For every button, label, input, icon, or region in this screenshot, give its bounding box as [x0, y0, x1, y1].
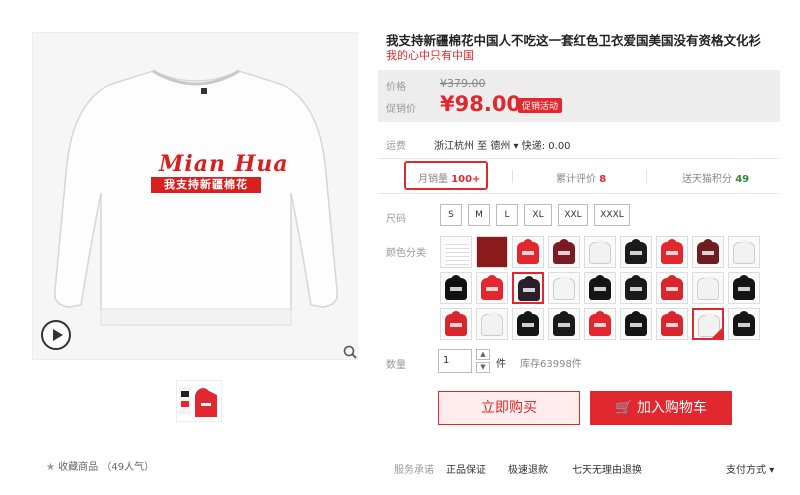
- main-product-image[interactable]: Mian Hua 我支持新疆棉花: [32, 32, 358, 360]
- size-option-s[interactable]: S: [440, 204, 462, 226]
- play-video-icon[interactable]: [41, 320, 71, 350]
- color-swatch[interactable]: [620, 236, 652, 268]
- color-swatch[interactable]: [728, 236, 760, 268]
- star-icon: ★: [46, 462, 55, 473]
- buy-now-button[interactable]: 立即购买: [438, 391, 580, 425]
- color-label: 颜色分类: [386, 248, 426, 259]
- sweatshirt-image: [54, 69, 338, 326]
- reviews-label: 累计评价: [556, 174, 596, 185]
- size-option-xxxl[interactable]: XXXL: [594, 204, 630, 226]
- size-option-l[interactable]: L: [496, 204, 518, 226]
- color-swatch-checked[interactable]: [692, 308, 724, 340]
- checkmark-icon: [712, 328, 722, 338]
- color-swatch[interactable]: [512, 308, 544, 340]
- favorite-product[interactable]: ★ 收藏商品 （49人气）: [46, 458, 154, 473]
- color-swatch[interactable]: [476, 308, 508, 340]
- promo-price: ¥98.00: [440, 92, 522, 116]
- stock-count: 库存63998件: [520, 359, 582, 370]
- price-panel: 价格 ¥379.00 促销价 ¥98.00 促销活动: [378, 70, 780, 122]
- color-swatch-selected[interactable]: [512, 272, 544, 304]
- shipping-destination[interactable]: 浙江杭州 至 德州 ▾ 快递: 0.00: [434, 137, 571, 152]
- points-value: 49: [735, 174, 750, 185]
- quantity-unit: 件: [496, 359, 506, 370]
- total-reviews[interactable]: 累计评价 8: [556, 170, 606, 185]
- original-price-label: 价格: [386, 82, 406, 93]
- color-swatch[interactable]: [440, 308, 472, 340]
- service-item[interactable]: 七天无理由退换: [572, 461, 642, 476]
- tmall-points: 送天猫积分 49: [682, 170, 749, 185]
- color-swatch[interactable]: [512, 236, 544, 268]
- shipping-label: 运费: [386, 141, 406, 152]
- thumbnail-image: [179, 387, 217, 417]
- favorite-count: （49人气）: [101, 462, 155, 473]
- sales-highlight-box: [404, 161, 488, 190]
- color-swatch[interactable]: [548, 236, 580, 268]
- color-swatch[interactable]: [728, 308, 760, 340]
- size-option-m[interactable]: M: [468, 204, 490, 226]
- color-swatch[interactable]: [584, 308, 616, 340]
- color-swatch[interactable]: [440, 272, 472, 304]
- stats-divider: [646, 170, 647, 183]
- color-swatch[interactable]: [692, 272, 724, 304]
- color-swatch[interactable]: [548, 308, 580, 340]
- promo-badge[interactable]: 促销活动: [518, 98, 563, 113]
- product-subtitle: 我的心中只有中国: [386, 49, 474, 62]
- color-swatch[interactable]: [620, 308, 652, 340]
- service-item[interactable]: 正品保证: [446, 461, 486, 476]
- size-option-xl[interactable]: XL: [524, 204, 552, 226]
- zoom-icon[interactable]: [343, 345, 357, 359]
- color-swatch[interactable]: [692, 236, 724, 268]
- color-swatch[interactable]: [440, 236, 472, 268]
- color-swatch[interactable]: [476, 272, 508, 304]
- color-swatch[interactable]: [656, 236, 688, 268]
- color-swatch[interactable]: [584, 272, 616, 304]
- size-label: 尺码: [386, 214, 406, 225]
- quantity-label: 数量: [386, 360, 406, 371]
- promo-price-label: 促销价: [386, 104, 416, 115]
- quantity-input[interactable]: 1: [438, 349, 472, 373]
- color-swatch[interactable]: [584, 236, 616, 268]
- size-chart-image: [445, 241, 469, 265]
- quantity-decrease-icon[interactable]: ▼: [476, 362, 490, 373]
- brand-bar-text: 我支持新疆棉花: [151, 177, 261, 193]
- quantity-increase-icon[interactable]: ▲: [476, 349, 490, 360]
- original-price: ¥379.00: [440, 77, 486, 90]
- favorite-label: 收藏商品: [58, 462, 99, 473]
- color-swatch[interactable]: [656, 272, 688, 304]
- size-option-xxl[interactable]: XXL: [558, 204, 588, 226]
- stats-divider: [512, 170, 513, 183]
- color-swatch[interactable]: [656, 308, 688, 340]
- points-label: 送天猫积分: [682, 174, 732, 185]
- product-thumbnail[interactable]: [176, 380, 222, 422]
- payment-methods[interactable]: 支付方式 ▾: [726, 461, 774, 476]
- color-swatch[interactable]: [548, 272, 580, 304]
- payment-label: 支付方式: [726, 465, 766, 476]
- color-swatch[interactable]: [620, 272, 652, 304]
- add-to-cart-label: 加入购物车: [636, 400, 707, 416]
- chevron-down-icon: ▾: [769, 465, 775, 476]
- service-label: 服务承诺: [394, 465, 434, 476]
- cart-icon: 🛒: [615, 400, 633, 416]
- service-item[interactable]: 极速退款: [508, 461, 548, 476]
- color-swatch[interactable]: [476, 236, 508, 268]
- brand-script-text: Mian Hua: [159, 151, 289, 177]
- reviews-value: 8: [599, 174, 607, 185]
- color-swatch[interactable]: [728, 272, 760, 304]
- add-to-cart-button[interactable]: 🛒 加入购物车: [590, 391, 732, 425]
